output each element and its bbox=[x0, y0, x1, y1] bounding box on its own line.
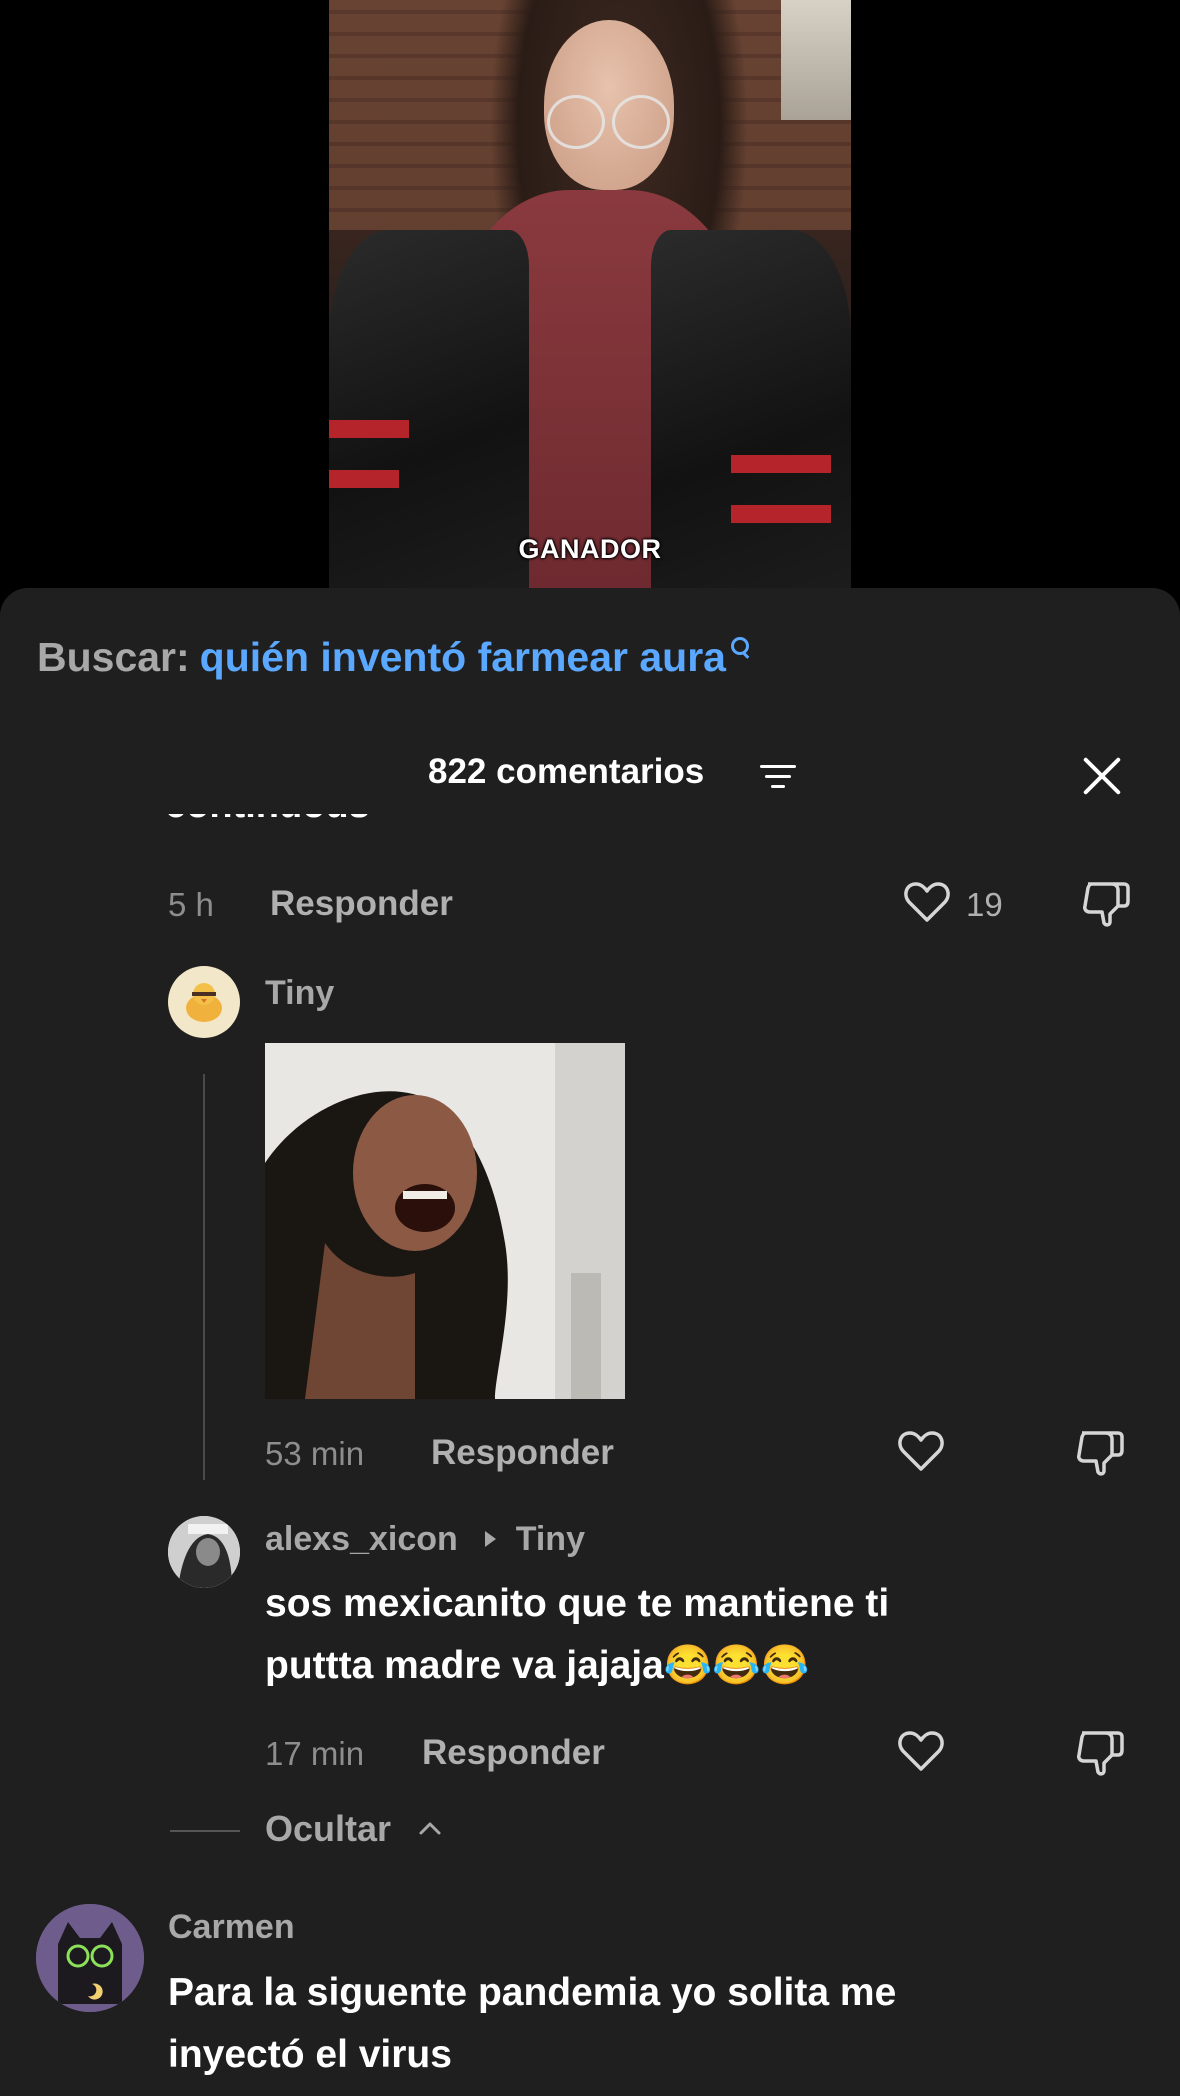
search-suggestion[interactable]: Buscar: quién inventó farmear aura bbox=[37, 634, 750, 681]
close-icon[interactable] bbox=[1080, 754, 1124, 798]
divider bbox=[170, 1830, 240, 1832]
dislike-icon[interactable] bbox=[1080, 878, 1132, 928]
comment-username[interactable]: Carmen bbox=[168, 1908, 295, 1947]
like-count: 19 bbox=[966, 886, 1003, 923]
comment-text-line: puttta madre va jajaja😂😂😂 bbox=[265, 1644, 810, 1687]
jacket-stripe bbox=[731, 455, 831, 473]
comment-text-line: Para la siguente pandemia yo solita me bbox=[168, 1971, 897, 2014]
jacket-stripe bbox=[329, 420, 409, 438]
laughing-person-image bbox=[265, 1043, 625, 1399]
jacket-stripe bbox=[731, 505, 831, 523]
comment-count: 822 comentarios bbox=[428, 752, 705, 791]
reply-header: alexs_xicon Tiny bbox=[265, 1520, 585, 1559]
comment-time: 5 h bbox=[168, 886, 214, 923]
comment-text-line: inyectó el virus bbox=[168, 2033, 452, 2076]
video-player[interactable]: GANADOR bbox=[329, 0, 851, 590]
dislike-icon[interactable] bbox=[1074, 1427, 1126, 1477]
heart-icon[interactable] bbox=[903, 880, 951, 924]
comment-actions: 53 min Responder bbox=[0, 1427, 1180, 1477]
reply-button[interactable]: Responder bbox=[422, 1733, 605, 1773]
avatar[interactable] bbox=[168, 966, 240, 1038]
avatar[interactable] bbox=[168, 1516, 240, 1588]
heart-icon[interactable] bbox=[897, 1729, 945, 1773]
black-cat-icon bbox=[36, 1904, 144, 2012]
chevron-up-icon[interactable] bbox=[418, 1820, 442, 1836]
avatar[interactable] bbox=[36, 1904, 144, 2012]
jacket-stripe bbox=[329, 470, 399, 488]
video-window bbox=[781, 0, 851, 120]
heart-icon[interactable] bbox=[897, 1429, 945, 1473]
search-query-link[interactable]: quién inventó farmear aura bbox=[200, 634, 726, 680]
thread-line bbox=[203, 1074, 205, 1480]
comment-time: 53 min bbox=[265, 1435, 365, 1472]
clipped-comment-text: continuous bbox=[165, 814, 425, 824]
glasses-icon bbox=[612, 95, 670, 149]
comment-text: sos mexicanito que te mantiene ti puttta… bbox=[265, 1573, 889, 1697]
comment-time: 17 min bbox=[265, 1735, 365, 1772]
reply-button[interactable]: Responder bbox=[431, 1433, 614, 1473]
comment-actions: 17 min Responder bbox=[0, 1727, 1180, 1777]
comment-actions: 5 h Responder 19 bbox=[0, 878, 1180, 928]
glasses-icon bbox=[547, 95, 605, 149]
reply-button[interactable]: Responder bbox=[270, 884, 453, 924]
comment-username[interactable]: Tiny bbox=[265, 974, 334, 1013]
dislike-icon[interactable] bbox=[1074, 1727, 1126, 1777]
search-prefix: Buscar: bbox=[37, 634, 190, 680]
search-icon[interactable] bbox=[730, 636, 750, 658]
reply-arrow-icon bbox=[485, 1531, 497, 1548]
comment-text-line: sos mexicanito que te mantiene ti bbox=[265, 1582, 890, 1625]
filter-sort-icon[interactable] bbox=[760, 765, 798, 791]
profile-photo-icon bbox=[168, 1516, 240, 1588]
comment-username[interactable]: alexs_xicon bbox=[265, 1520, 458, 1558]
reply-to-username[interactable]: Tiny bbox=[516, 1520, 585, 1558]
video-caption: GANADOR bbox=[518, 534, 662, 564]
comments-sheet: Buscar: quién inventó farmear aura 822 co… bbox=[0, 588, 1180, 2096]
chick-icon bbox=[186, 983, 222, 1022]
hide-replies-button[interactable]: Ocultar bbox=[265, 1808, 391, 1850]
comment-text: Para la siguente pandemia yo solita me i… bbox=[168, 1962, 896, 2086]
comment-gif[interactable] bbox=[265, 1043, 625, 1399]
comments-header: 822 comentarios bbox=[0, 748, 1180, 808]
